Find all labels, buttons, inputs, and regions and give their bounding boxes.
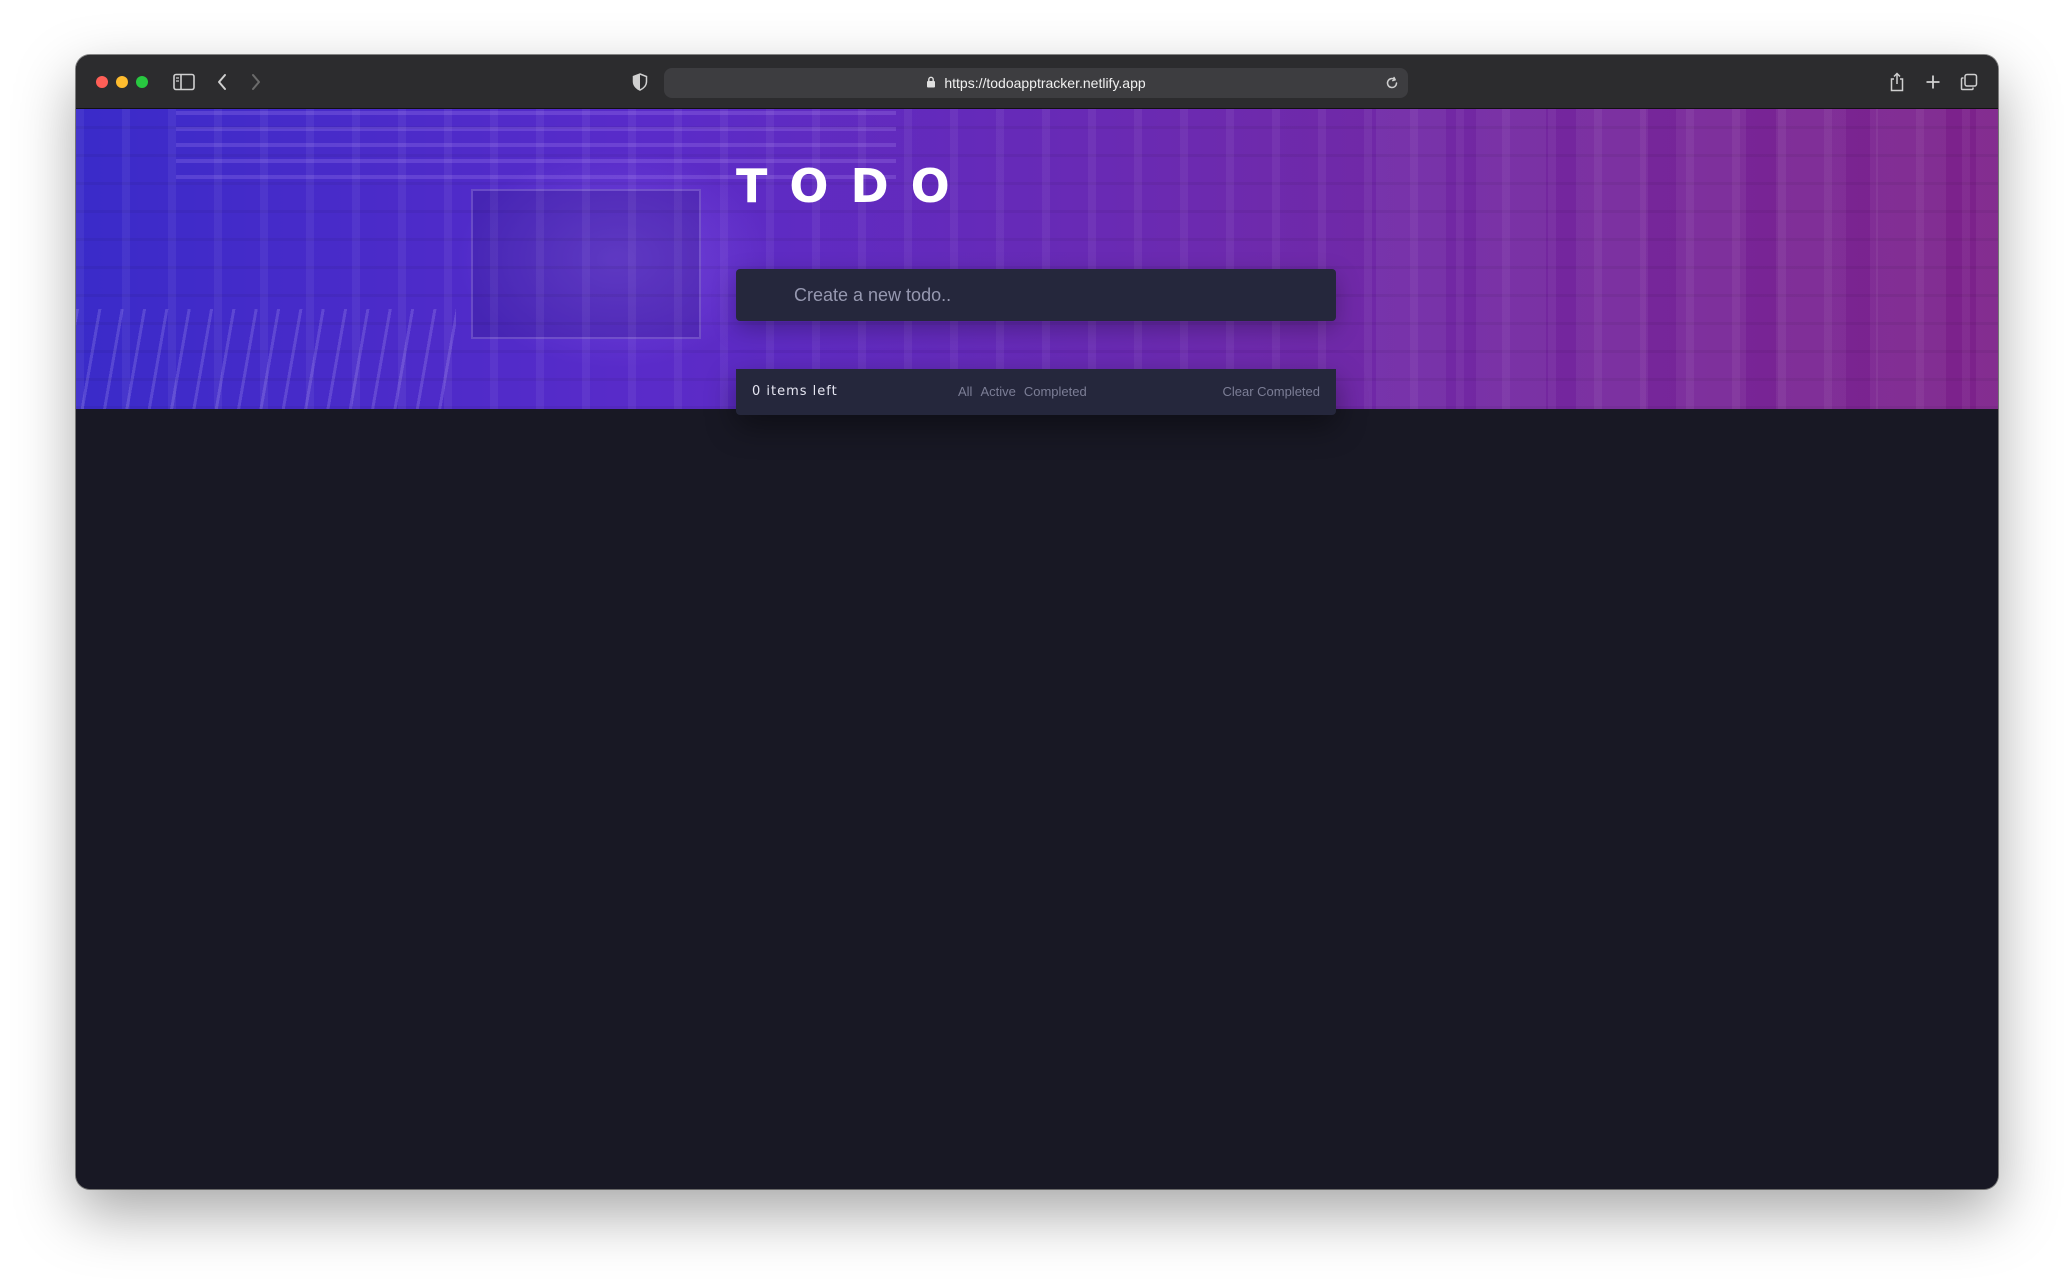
close-window-button[interactable] <box>96 76 108 88</box>
lock-icon <box>926 75 936 91</box>
privacy-shield-icon[interactable] <box>630 71 650 93</box>
filter-completed[interactable]: Completed <box>1024 384 1087 399</box>
sidebar-toggle-icon[interactable] <box>172 71 196 93</box>
new-todo-container <box>736 269 1336 321</box>
new-tab-plus-icon[interactable] <box>1922 70 1944 94</box>
page-content: TODO 0 items left All Active Completed C… <box>76 109 1998 1189</box>
browser-toolbar: https://todoapptracker.netlify.app <box>76 55 1998 109</box>
url-text: https://todoapptracker.netlify.app <box>944 75 1146 91</box>
clear-completed-button[interactable]: Clear Completed <box>1222 384 1320 399</box>
todo-footer: 0 items left All Active Completed Clear … <box>736 369 1336 415</box>
browser-window: https://todoapptracker.netlify.app TODO … <box>76 55 1998 1189</box>
address-bar[interactable]: https://todoapptracker.netlify.app <box>664 68 1408 98</box>
filter-active[interactable]: Active <box>980 384 1015 399</box>
forward-arrow-icon[interactable] <box>246 71 266 93</box>
items-left-count: 0 items left <box>752 384 838 399</box>
filter-group: All Active Completed <box>958 384 1087 399</box>
filter-all[interactable]: All <box>958 384 972 399</box>
tab-overview-icon[interactable] <box>1958 70 1980 94</box>
header-background-image <box>76 109 1998 409</box>
share-icon[interactable] <box>1886 70 1908 94</box>
maximize-window-button[interactable] <box>136 76 148 88</box>
back-arrow-icon[interactable] <box>212 71 232 93</box>
app-title: TODO <box>736 159 972 213</box>
new-todo-input[interactable] <box>792 269 1312 321</box>
minimize-window-button[interactable] <box>116 76 128 88</box>
reload-icon[interactable] <box>1382 73 1402 93</box>
